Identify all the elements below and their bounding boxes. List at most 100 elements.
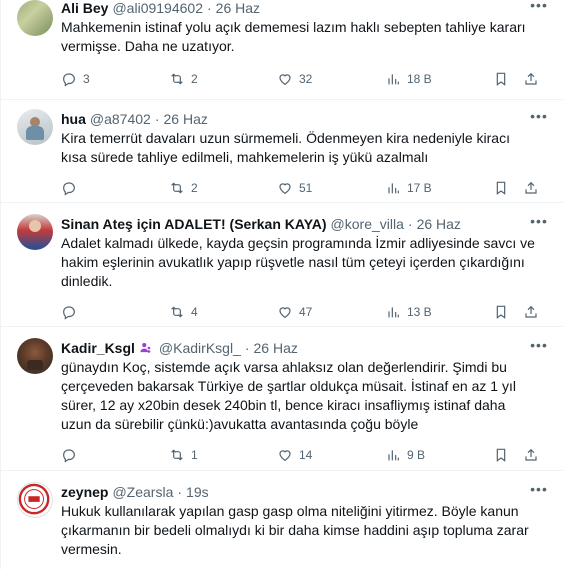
tweet-text: Mahkemenin istinaf yolu açık dememesi la…: [61, 19, 526, 54]
more-icon[interactable]: •••: [529, 214, 549, 234]
tweet-actions: 1 14 9 B: [61, 440, 549, 470]
display-name[interactable]: zeynep: [61, 484, 108, 500]
share-icon[interactable]: [523, 71, 539, 87]
views-button[interactable]: 18 B: [385, 71, 493, 87]
tweet[interactable]: Ali Bey @ali09194602 · 26 Haz ••• Mahkem…: [1, 0, 563, 100]
more-icon[interactable]: •••: [529, 109, 549, 129]
timeline-feed: Ali Bey @ali09194602 · 26 Haz ••• Mahkem…: [0, 0, 563, 569]
retweet-icon: [171, 182, 183, 194]
avatar[interactable]: [17, 214, 53, 250]
user-handle[interactable]: @KadirKsgl_: [159, 340, 241, 356]
avatar[interactable]: [17, 109, 53, 145]
more-icon[interactable]: •••: [529, 338, 549, 358]
view-count: 18 B: [407, 72, 432, 86]
like-count: 32: [299, 72, 313, 86]
tweet[interactable]: zeynep @Zearsla · 19s ••• Hukuk kullanıl…: [1, 471, 563, 569]
views-icon: [388, 307, 399, 318]
retweet-icon: [171, 306, 183, 318]
tweet-header: Sinan Ateş için ADALET! (Serkan KAYA) @k…: [61, 214, 549, 234]
views-icon: [388, 74, 399, 85]
retweet-button[interactable]: 2: [169, 71, 277, 87]
retweet-button[interactable]: 1: [169, 447, 277, 463]
reply-icon: [63, 449, 75, 463]
tweet-header: zeynep @Zearsla · 19s: [61, 482, 549, 502]
retweet-button[interactable]: 2: [169, 180, 277, 196]
timestamp[interactable]: 26 Haz: [164, 111, 208, 127]
share-icon[interactable]: [523, 180, 539, 196]
separator-dot: ·: [206, 0, 212, 16]
tweet-text: günaydın Koç, sistemde açık varsa ahlaks…: [61, 359, 516, 432]
reply-icon: [63, 73, 75, 87]
display-name[interactable]: Sinan Ateş için ADALET! (Serkan KAYA): [61, 216, 327, 232]
user-handle[interactable]: @ali09194602: [112, 0, 203, 16]
timestamp[interactable]: 26 Haz: [417, 216, 461, 232]
retweet-count: 2: [191, 181, 198, 195]
reply-button[interactable]: 3: [61, 71, 169, 87]
share-icon[interactable]: [523, 304, 539, 320]
like-count: 14: [299, 448, 313, 462]
like-button[interactable]: 51: [277, 180, 385, 196]
like-button[interactable]: 47: [277, 304, 385, 320]
avatar[interactable]: [17, 482, 53, 518]
views-icon: [388, 450, 399, 461]
user-handle[interactable]: @a87402: [90, 111, 151, 127]
tweet-header: Kadir_Ksgl @KadirKsgl_ · 26 Haz: [61, 338, 549, 358]
separator-dot: ·: [177, 484, 183, 500]
bookmark-icon[interactable]: [493, 180, 509, 196]
reply-icon: [63, 306, 75, 320]
separator-dot: ·: [154, 111, 160, 127]
tweet-actions: 3 2 32 18 B: [61, 64, 549, 94]
view-count: 9 B: [407, 448, 426, 462]
retweet-button[interactable]: 4: [169, 304, 277, 320]
tweet[interactable]: Kadir_Ksgl @KadirKsgl_ · 26 Haz ••• güna…: [1, 327, 563, 471]
like-button[interactable]: 14: [277, 447, 385, 463]
retweet-icon: [171, 449, 183, 461]
like-count: 51: [299, 181, 313, 195]
tweet[interactable]: hua @a87402 · 26 Haz ••• Kira temerrüt d…: [1, 100, 563, 203]
tweet-text: Adalet kalmadı ülkede, kayda geçsin prog…: [61, 235, 535, 289]
views-button[interactable]: 17 B: [385, 180, 493, 196]
timestamp[interactable]: 19s: [186, 484, 209, 500]
display-name[interactable]: hua: [61, 111, 86, 127]
tweet-actions: 4 47 13 B: [61, 297, 549, 327]
timestamp[interactable]: 26 Haz: [216, 0, 260, 16]
display-name[interactable]: Kadir_Ksgl: [61, 340, 135, 356]
separator-dot: ·: [407, 216, 413, 232]
tweet[interactable]: Sinan Ateş için ADALET! (Serkan KAYA) @k…: [1, 203, 563, 327]
more-icon[interactable]: •••: [529, 482, 549, 502]
bookmark-icon[interactable]: [493, 71, 509, 87]
separator-dot: ·: [244, 340, 250, 356]
retweet-count: 4: [191, 305, 198, 319]
right-actions: [493, 447, 539, 463]
timestamp[interactable]: 26 Haz: [254, 340, 298, 356]
share-icon[interactable]: [523, 447, 539, 463]
bookmark-icon[interactable]: [493, 447, 509, 463]
reply-button[interactable]: [61, 447, 169, 463]
avatar[interactable]: [17, 0, 53, 36]
views-button[interactable]: 9 B: [385, 447, 493, 463]
more-icon[interactable]: •••: [529, 0, 549, 18]
retweet-count: 2: [191, 72, 198, 86]
like-icon: [279, 74, 291, 86]
avatar[interactable]: [17, 338, 53, 374]
retweet-icon: [171, 73, 183, 85]
bookmark-icon[interactable]: [493, 304, 509, 320]
tweet-header: Ali Bey @ali09194602 · 26 Haz: [61, 0, 549, 18]
like-icon: [279, 307, 291, 319]
like-icon: [279, 183, 291, 195]
tweet-header: hua @a87402 · 26 Haz: [61, 109, 549, 129]
display-name[interactable]: Ali Bey: [61, 0, 108, 16]
emblem-logo: [18, 483, 50, 515]
tweet-text: Kira temerrüt davaları uzun sürmemeli. Ö…: [61, 130, 510, 165]
reply-button[interactable]: [61, 304, 169, 320]
views-button[interactable]: 13 B: [385, 304, 493, 320]
user-handle[interactable]: @kore_villa: [331, 216, 404, 232]
user-handle[interactable]: @Zearsla: [112, 484, 173, 500]
people-badge-icon: [140, 343, 151, 353]
reply-button[interactable]: [61, 180, 169, 196]
view-count: 17 B: [407, 181, 432, 195]
reply-icon: [63, 182, 75, 196]
views-icon: [388, 183, 399, 194]
retweet-count: 1: [191, 448, 198, 462]
like-button[interactable]: 32: [277, 71, 385, 87]
